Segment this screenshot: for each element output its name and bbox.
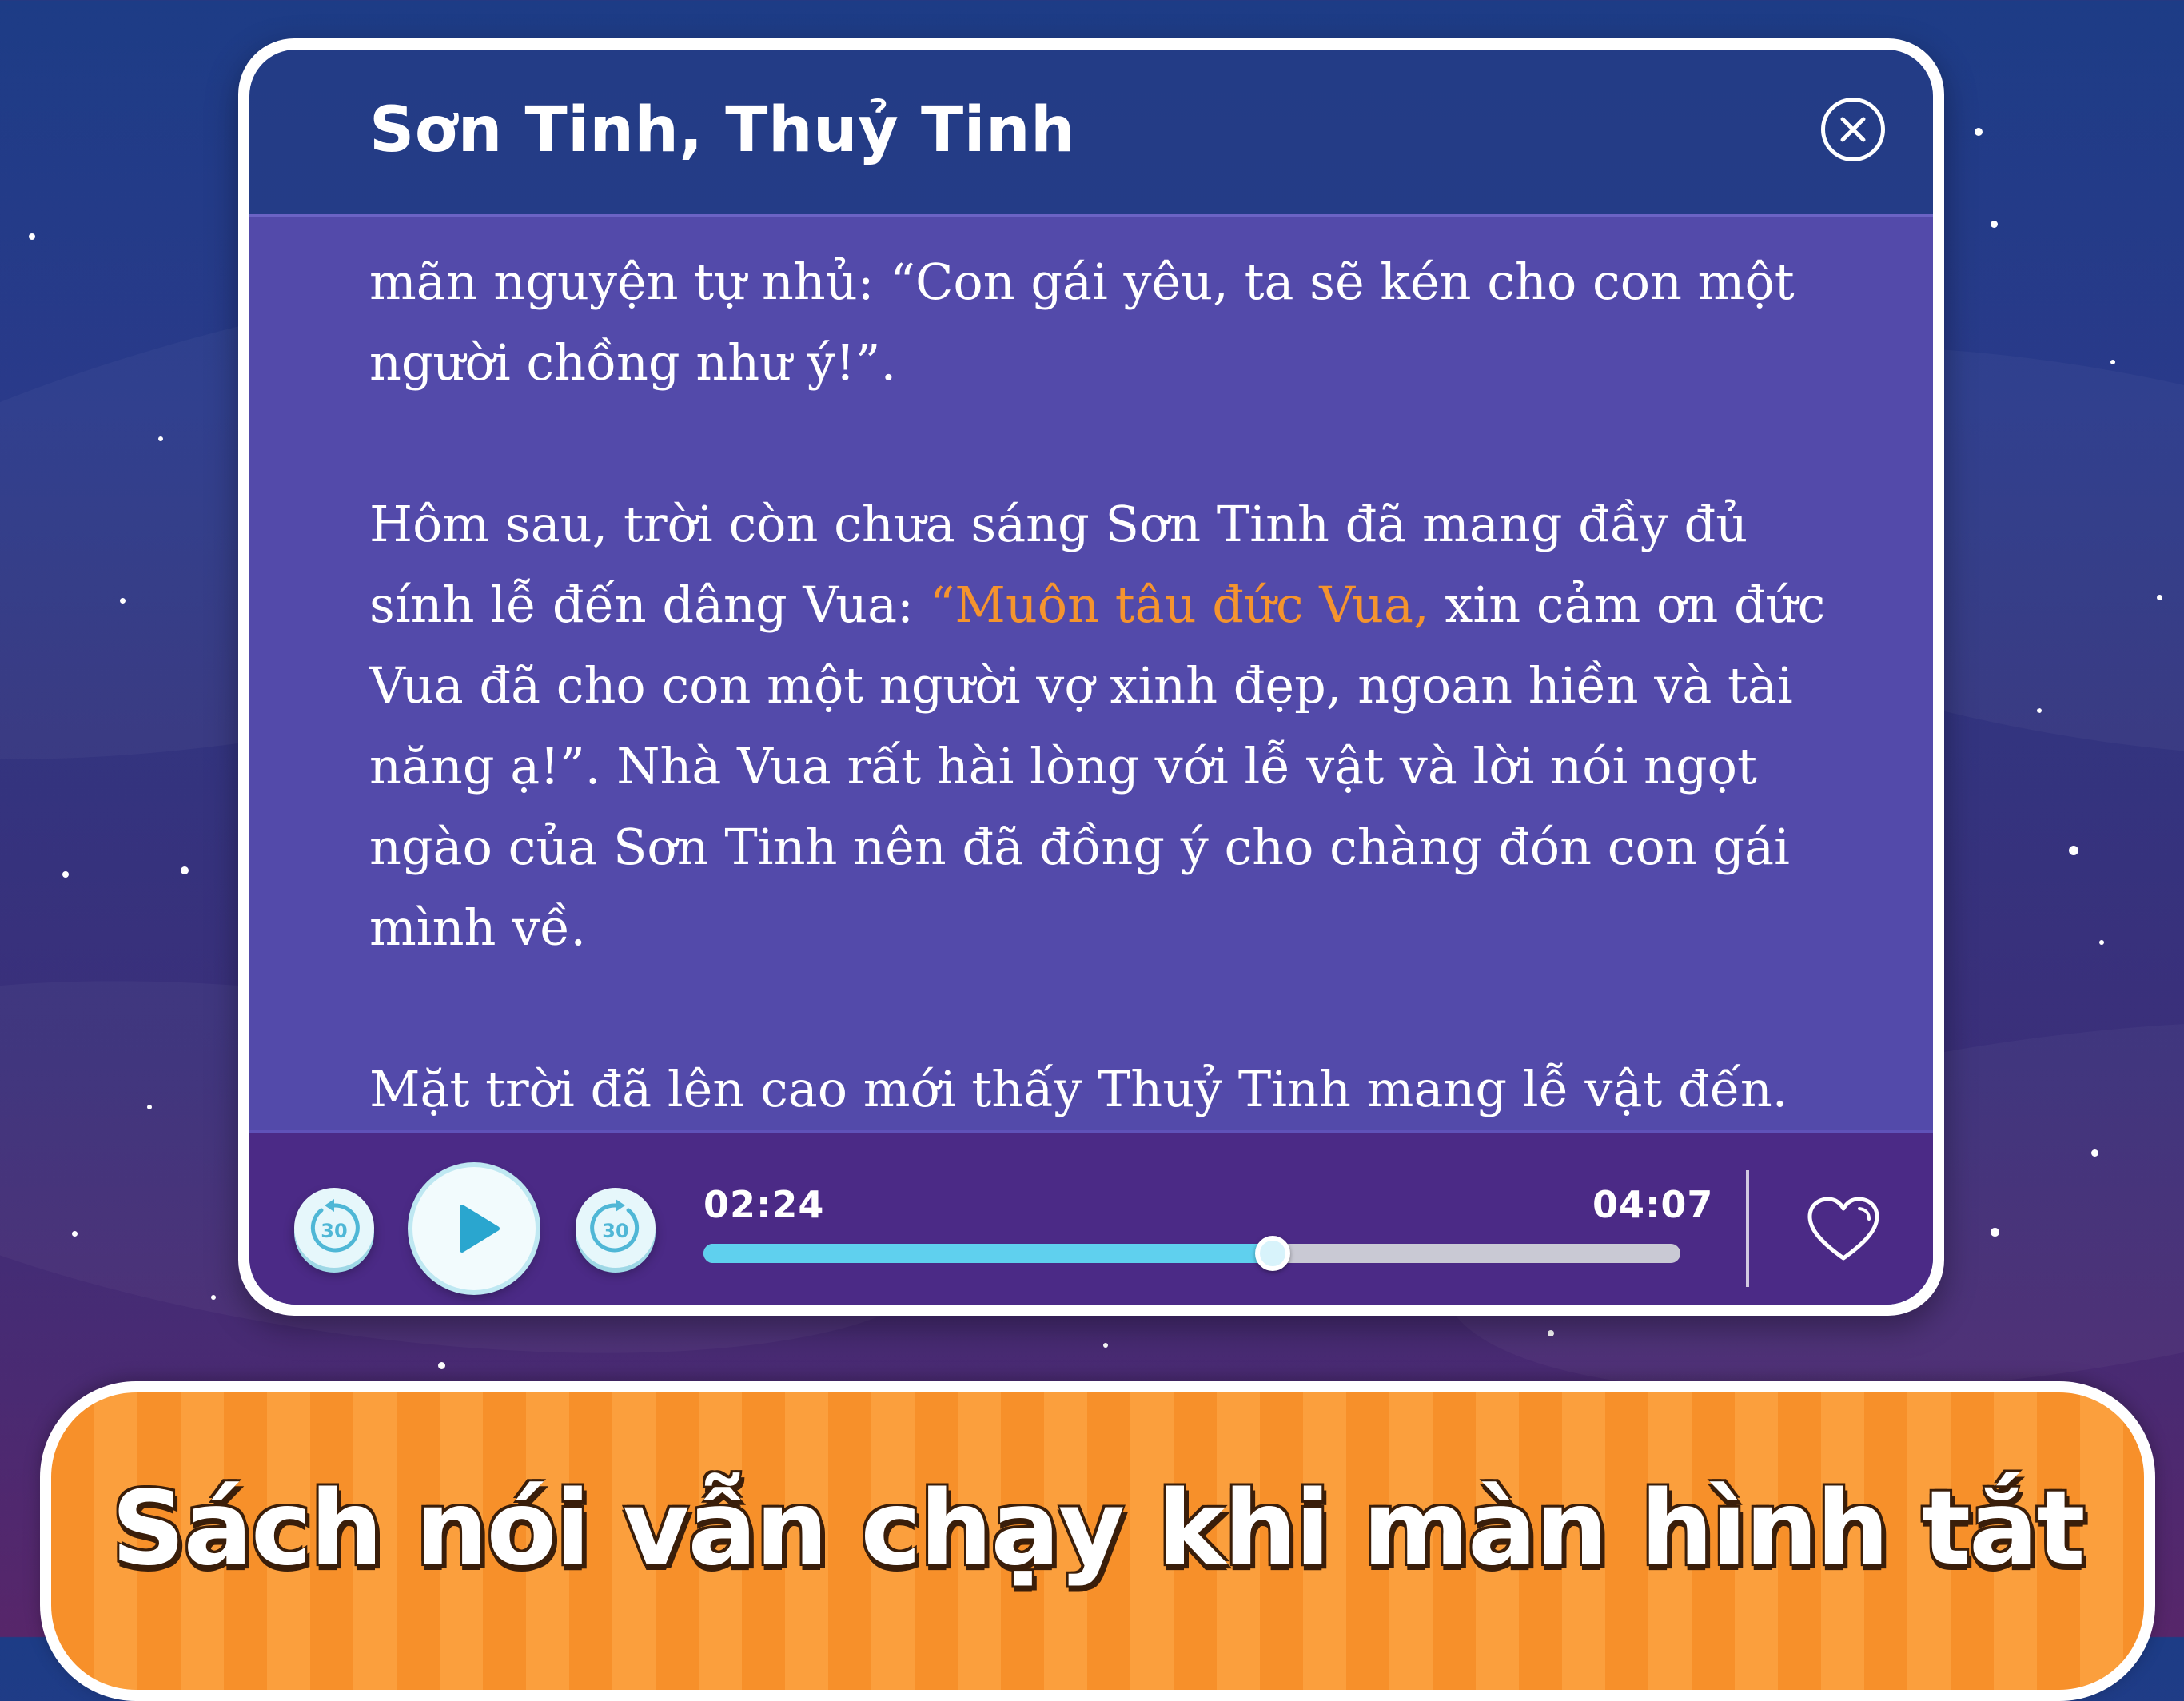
star <box>1975 128 1983 136</box>
star <box>1103 1343 1108 1348</box>
star <box>62 871 69 878</box>
star <box>2037 708 2042 713</box>
rewind-label: 30 <box>321 1220 347 1242</box>
promo-banner: Sách nói vẫn chạy khi màn hình tắt <box>40 1381 2155 1701</box>
star <box>120 598 126 604</box>
rewind-30-icon: 30 <box>310 1199 360 1253</box>
rewind-30-button[interactable]: 30 <box>294 1188 374 1268</box>
total-time: 04:07 <box>1592 1183 1714 1226</box>
audio-player: 30 30 02:24 04:07 <box>249 1130 1933 1305</box>
star <box>438 1362 445 1369</box>
story-title: Sơn Tinh, Thuỷ Tinh <box>369 94 1076 166</box>
audiobook-modal: Sơn Tinh, Thuỷ Tinh mãn nguyện tự nhủ: “… <box>238 38 1944 1316</box>
audiobook-modal-body: Sơn Tinh, Thuỷ Tinh mãn nguyện tự nhủ: “… <box>249 50 1933 1305</box>
progress-fill <box>703 1244 1273 1263</box>
star <box>1991 1228 1999 1237</box>
star <box>2110 360 2115 364</box>
story-paragraph: Mặt trời đã lên cao mới thấy Thuỷ Tinh m… <box>369 1060 1788 1118</box>
current-time: 02:24 <box>703 1183 825 1226</box>
progress-bar[interactable] <box>703 1236 1680 1271</box>
story-reader[interactable]: mãn nguyện tự nhủ: “Con gái yêu, ta sẽ k… <box>249 214 1933 1137</box>
modal-header: Sơn Tinh, Thuỷ Tinh <box>249 50 1933 214</box>
story-paragraph: mãn nguyện tự nhủ: “Con gái yêu, ta sẽ k… <box>369 253 1795 392</box>
star <box>1991 221 1998 228</box>
star <box>2099 940 2104 945</box>
play-icon <box>460 1205 500 1253</box>
story-paragraph: Hôm sau, trời còn chưa sáng Sơn Tinh đã … <box>369 484 1829 968</box>
star <box>2157 595 2162 600</box>
star <box>1548 1330 1554 1336</box>
forward-30-icon: 30 <box>590 1199 640 1253</box>
forward-label: 30 <box>602 1220 628 1242</box>
favorite-button[interactable] <box>1805 1194 1882 1265</box>
close-icon <box>1840 117 1866 142</box>
play-button[interactable] <box>412 1167 536 1290</box>
story-text: mãn nguyện tự nhủ: “Con gái yêu, ta sẽ k… <box>369 241 1829 1137</box>
progress-knob[interactable] <box>1255 1236 1291 1271</box>
star <box>29 233 35 240</box>
star <box>2091 1149 2098 1157</box>
star <box>181 866 189 874</box>
promo-banner-text: Sách nói vẫn chạy khi màn hình tắt <box>111 1469 2085 1588</box>
star <box>2069 846 2078 855</box>
star <box>147 1105 152 1109</box>
narration-highlight: “Muôn tâu đức Vua, <box>929 576 1429 634</box>
forward-30-button[interactable]: 30 <box>576 1188 656 1268</box>
heart-icon <box>1807 1197 1879 1261</box>
player-divider <box>1746 1170 1749 1287</box>
close-button[interactable] <box>1821 98 1885 161</box>
star <box>211 1295 216 1300</box>
star <box>158 436 163 441</box>
star <box>72 1231 78 1237</box>
